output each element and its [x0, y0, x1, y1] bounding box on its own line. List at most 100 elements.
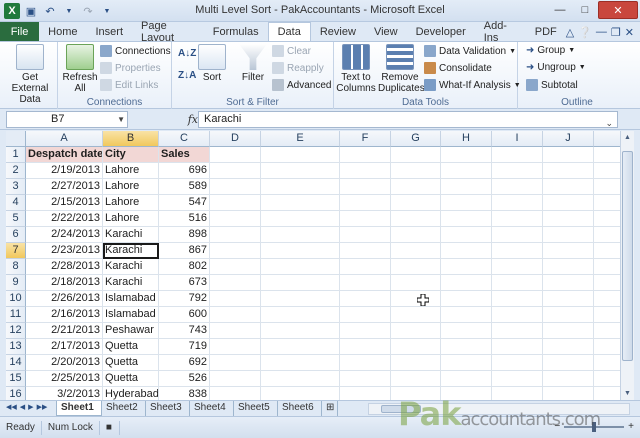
clear-button[interactable]: Clear [272, 45, 311, 57]
sheet-tab-sheet3[interactable]: Sheet3 [146, 401, 190, 416]
prev-sheet-icon[interactable]: ◀ [20, 403, 25, 411]
cell-e11[interactable] [261, 307, 340, 323]
cell-f7[interactable] [340, 243, 391, 259]
cell-i2[interactable] [492, 163, 543, 179]
cell-j13[interactable] [543, 339, 594, 355]
tab-review[interactable]: Review [311, 23, 365, 41]
row-header-9[interactable]: 9 [6, 275, 26, 291]
sort-a-to-z-button[interactable]: A↓Z [178, 48, 196, 59]
cell-b4[interactable]: Lahore [103, 195, 159, 211]
cell-filler[interactable] [594, 323, 620, 339]
properties-button[interactable]: Properties [100, 62, 161, 74]
cell-a1[interactable]: Despatch date [26, 147, 103, 163]
cell-filler[interactable] [594, 275, 620, 291]
cell-b13[interactable]: Quetta [103, 339, 159, 355]
cell-c1[interactable]: Sales [159, 147, 210, 163]
row-header-4[interactable]: 4 [6, 195, 26, 211]
cell-filler[interactable] [594, 195, 620, 211]
column-header-d[interactable]: D [210, 131, 261, 147]
cell-g1[interactable] [391, 147, 441, 163]
what-if-analysis-button[interactable]: What-If Analysis ▼ [424, 79, 521, 91]
workbook-close-icon[interactable]: ✕ [625, 26, 634, 39]
cell-filler[interactable] [594, 179, 620, 195]
cell-b16[interactable]: Hyderabad [103, 387, 159, 400]
cell-filler[interactable] [594, 291, 620, 307]
cell-i7[interactable] [492, 243, 543, 259]
cell-i15[interactable] [492, 371, 543, 387]
row-header-8[interactable]: 8 [6, 259, 26, 275]
cell-g8[interactable] [391, 259, 441, 275]
cell-filler[interactable] [594, 227, 620, 243]
tab-home[interactable]: Home [39, 23, 86, 41]
first-sheet-icon[interactable]: ◀◀ [6, 403, 17, 411]
sort-button[interactable]: Sort [198, 44, 226, 83]
cell-d12[interactable] [210, 323, 261, 339]
cell-b3[interactable]: Lahore [103, 179, 159, 195]
sheet-tab-sheet6[interactable]: Sheet6 [278, 401, 322, 416]
cell-e9[interactable] [261, 275, 340, 291]
sheet-tab-sheet2[interactable]: Sheet2 [102, 401, 146, 416]
row-header-14[interactable]: 14 [6, 355, 26, 371]
cell-f12[interactable] [340, 323, 391, 339]
cell-e5[interactable] [261, 211, 340, 227]
cell-a13[interactable]: 2/17/2013 [26, 339, 103, 355]
cell-a12[interactable]: 2/21/2013 [26, 323, 103, 339]
tab-add-ins[interactable]: Add-Ins [475, 20, 526, 44]
row-header-15[interactable]: 15 [6, 371, 26, 387]
cell-b15[interactable]: Quetta [103, 371, 159, 387]
cell-j5[interactable] [543, 211, 594, 227]
cell-c2[interactable]: 696 [159, 163, 210, 179]
cell-d6[interactable] [210, 227, 261, 243]
chevron-down-icon[interactable]: ▼ [117, 112, 125, 127]
cell-e12[interactable] [261, 323, 340, 339]
cell-h9[interactable] [441, 275, 492, 291]
cell-filler[interactable] [594, 307, 620, 323]
cell-f9[interactable] [340, 275, 391, 291]
cell-g14[interactable] [391, 355, 441, 371]
cell-d16[interactable] [210, 387, 261, 400]
row-header-5[interactable]: 5 [6, 211, 26, 227]
cell-a5[interactable]: 2/22/2013 [26, 211, 103, 227]
cell-f13[interactable] [340, 339, 391, 355]
cell-h15[interactable] [441, 371, 492, 387]
cell-c14[interactable]: 692 [159, 355, 210, 371]
cell-c3[interactable]: 589 [159, 179, 210, 195]
cell-j6[interactable] [543, 227, 594, 243]
cell-filler[interactable] [594, 371, 620, 387]
cell-j9[interactable] [543, 275, 594, 291]
cell-e3[interactable] [261, 179, 340, 195]
cell-d11[interactable] [210, 307, 261, 323]
cell-g2[interactable] [391, 163, 441, 179]
cell-filler[interactable] [594, 211, 620, 227]
cell-g4[interactable] [391, 195, 441, 211]
cell-i9[interactable] [492, 275, 543, 291]
workbook-minimize-icon[interactable]: — [596, 26, 607, 38]
cell-e14[interactable] [261, 355, 340, 371]
tab-file[interactable]: File [0, 22, 40, 41]
fx-icon[interactable]: fx [188, 113, 198, 126]
tab-formulas[interactable]: Formulas [204, 23, 268, 41]
tab-insert[interactable]: Insert [87, 23, 133, 41]
cell-c12[interactable]: 743 [159, 323, 210, 339]
cell-g15[interactable] [391, 371, 441, 387]
cell-e15[interactable] [261, 371, 340, 387]
select-all-corner[interactable] [6, 131, 26, 147]
cell-b14[interactable]: Quetta [103, 355, 159, 371]
text-to-columns-button[interactable]: Text to Columns [336, 44, 376, 94]
cell-d8[interactable] [210, 259, 261, 275]
cell-d4[interactable] [210, 195, 261, 211]
cell-d10[interactable] [210, 291, 261, 307]
cell-f1[interactable] [340, 147, 391, 163]
close-button[interactable]: ✕ [598, 1, 638, 19]
spreadsheet-grid[interactable]: A B C D E F G H I J 1 Despatch date City Sales 2 2/19/2… [6, 131, 620, 400]
data-validation-button[interactable]: Data Validation ▼ [424, 45, 516, 57]
cell-c4[interactable]: 547 [159, 195, 210, 211]
name-box[interactable]: B7 ▼ [6, 111, 128, 128]
edit-links-button[interactable]: Edit Links [100, 79, 158, 91]
cell-g5[interactable] [391, 211, 441, 227]
column-header-f[interactable]: F [340, 131, 391, 147]
cell-h5[interactable] [441, 211, 492, 227]
cell-h12[interactable] [441, 323, 492, 339]
cell-filler[interactable] [594, 259, 620, 275]
cell-a14[interactable]: 2/20/2013 [26, 355, 103, 371]
